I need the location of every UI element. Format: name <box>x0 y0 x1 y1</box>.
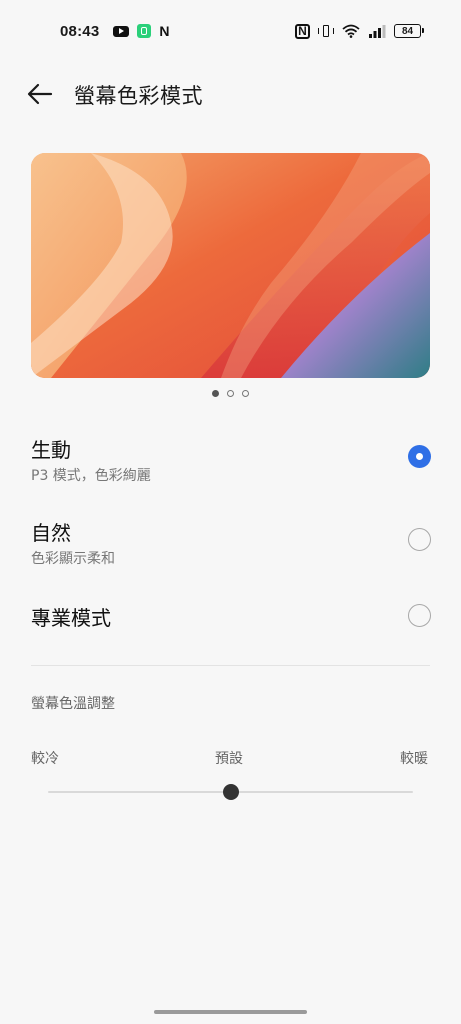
option-subtitle: 色彩顯示柔和 <box>31 551 115 567</box>
radio-professional[interactable] <box>408 604 431 627</box>
temperature-default-label: 預設 <box>215 751 243 767</box>
divider <box>31 665 430 666</box>
nfc-icon: N <box>295 23 310 39</box>
signal-icon <box>368 24 386 38</box>
preview-image[interactable] <box>31 153 430 378</box>
radio-vivid[interactable] <box>408 445 431 468</box>
option-label: 生動 <box>31 438 71 462</box>
status-bar: 08:43 N N 84 <box>0 0 461 62</box>
page-title: 螢幕色彩模式 <box>74 84 203 108</box>
radio-natural[interactable] <box>408 528 431 551</box>
option-natural[interactable]: 自然 色彩顯示柔和 <box>0 513 461 573</box>
page-dot[interactable] <box>212 390 219 397</box>
wallpaper-graphic <box>31 153 430 378</box>
status-time: 08:43 <box>60 22 100 40</box>
arrow-left-icon <box>27 83 53 109</box>
back-button[interactable] <box>26 82 54 110</box>
netflix-icon: N <box>159 23 170 39</box>
temperature-section-title: 螢幕色溫調整 <box>31 696 115 712</box>
home-indicator[interactable] <box>154 1010 307 1014</box>
page-indicator <box>0 390 461 397</box>
temperature-warm-label: 較暖 <box>400 751 428 767</box>
green-app-icon <box>137 24 152 38</box>
temperature-slider-thumb[interactable] <box>222 784 239 800</box>
wifi-icon <box>342 24 360 38</box>
app-header: 螢幕色彩模式 <box>0 74 461 116</box>
option-label: 自然 <box>31 521 71 545</box>
battery-icon: 84 <box>394 24 424 38</box>
option-vivid[interactable]: 生動 P3 模式，色彩絢麗 <box>0 430 461 490</box>
option-professional[interactable]: 專業模式 <box>0 597 461 637</box>
page-dot[interactable] <box>242 390 249 397</box>
temperature-cool-label: 較冷 <box>31 751 59 767</box>
option-label: 專業模式 <box>31 606 111 630</box>
youtube-icon <box>113 25 130 37</box>
status-right: N 84 <box>295 23 424 39</box>
vibrate-icon <box>318 24 334 38</box>
option-subtitle: P3 模式，色彩絢麗 <box>31 468 151 484</box>
page-dot[interactable] <box>227 390 234 397</box>
status-left: 08:43 N <box>60 23 170 40</box>
